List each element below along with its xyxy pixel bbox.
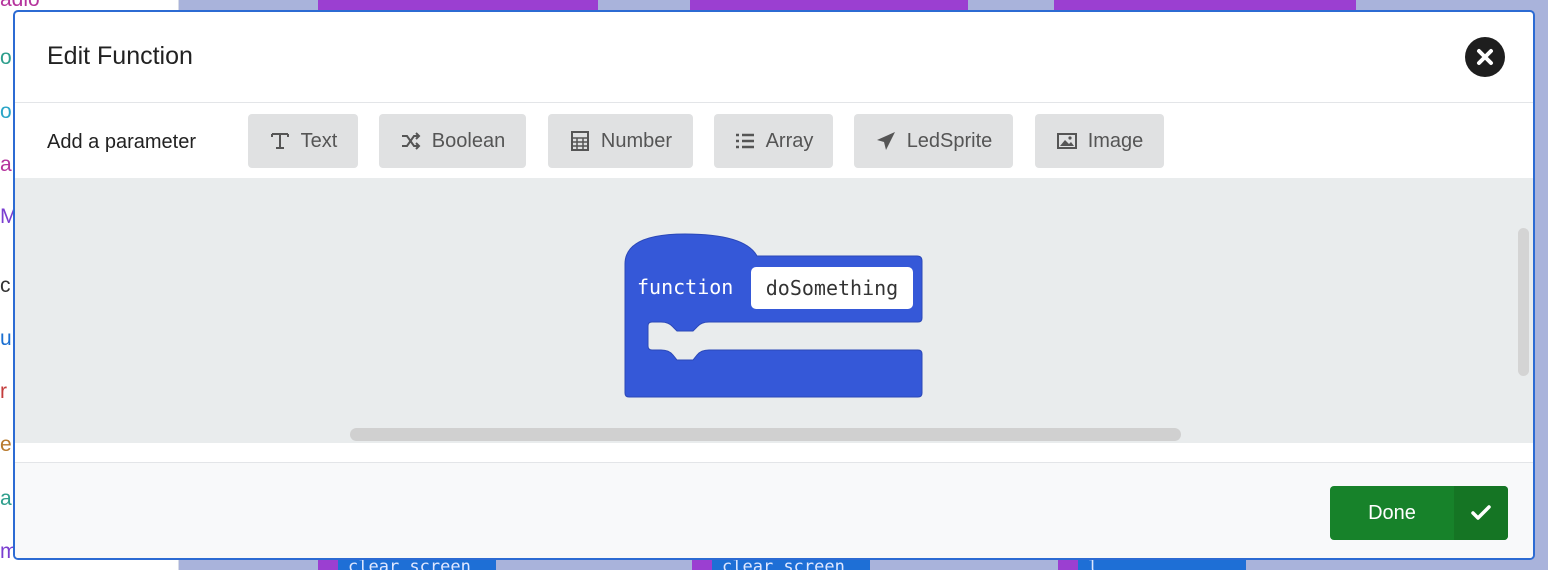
done-button[interactable]: Done <box>1330 486 1508 540</box>
param-button-label: LedSprite <box>906 129 993 152</box>
paper-plane-icon <box>875 130 897 152</box>
checkmark-icon <box>1454 486 1508 540</box>
close-button[interactable] <box>1465 37 1505 77</box>
done-button-label: Done <box>1368 501 1416 524</box>
toolbox-category[interactable]: a <box>0 487 12 511</box>
horizontal-scrollbar[interactable] <box>350 428 1181 441</box>
edit-function-dialog: Edit Function Add a parameter Text Boole… <box>13 10 1535 560</box>
shuffle-icon <box>400 130 422 152</box>
add-parameter-label: Add a parameter <box>47 131 196 153</box>
add-parameter-row: Add a parameter Text Boolean Number Arra… <box>15 103 1533 178</box>
toolbox-category[interactable]: c <box>0 274 11 298</box>
param-button-label: Text <box>300 129 338 152</box>
add-number-parameter-button[interactable]: Number <box>548 114 693 168</box>
image-icon <box>1056 130 1078 152</box>
toolbox-category[interactable]: o <box>0 46 12 70</box>
close-icon <box>1477 49 1493 65</box>
vertical-scrollbar[interactable] <box>1518 228 1529 376</box>
function-name-field[interactable]: doSomething <box>751 267 913 309</box>
toolbox-category[interactable]: a <box>0 153 12 177</box>
add-text-parameter-button[interactable]: Text <box>248 114 358 168</box>
toolbox-category[interactable]: r <box>0 380 7 404</box>
function-block[interactable] <box>15 178 1533 443</box>
param-button-label: Number <box>600 129 673 152</box>
toolbox-category[interactable]: o <box>0 100 12 124</box>
list-icon <box>734 130 756 152</box>
add-ledsprite-parameter-button[interactable]: LedSprite <box>854 114 1013 168</box>
background-block <box>1054 0 1356 10</box>
toolbox-category[interactable]: e <box>0 433 12 457</box>
blocks-workspace[interactable]: function doSomething <box>15 178 1533 443</box>
toolbox-category[interactable]: u <box>0 327 12 351</box>
param-button-label: Boolean <box>431 129 506 152</box>
param-button-label: Image <box>1087 129 1144 152</box>
dialog-footer: Done <box>15 462 1533 558</box>
add-boolean-parameter-button[interactable]: Boolean <box>379 114 526 168</box>
add-array-parameter-button[interactable]: Array <box>714 114 833 168</box>
dialog-header: Edit Function <box>15 12 1533 103</box>
background-block <box>690 0 968 10</box>
background-block <box>318 0 598 10</box>
param-button-label: Array <box>765 129 814 152</box>
function-keyword: function <box>637 275 734 299</box>
calculator-icon <box>569 130 591 152</box>
text-cursor-icon <box>269 130 291 152</box>
add-image-parameter-button[interactable]: Image <box>1035 114 1164 168</box>
dialog-title: Edit Function <box>47 42 193 70</box>
